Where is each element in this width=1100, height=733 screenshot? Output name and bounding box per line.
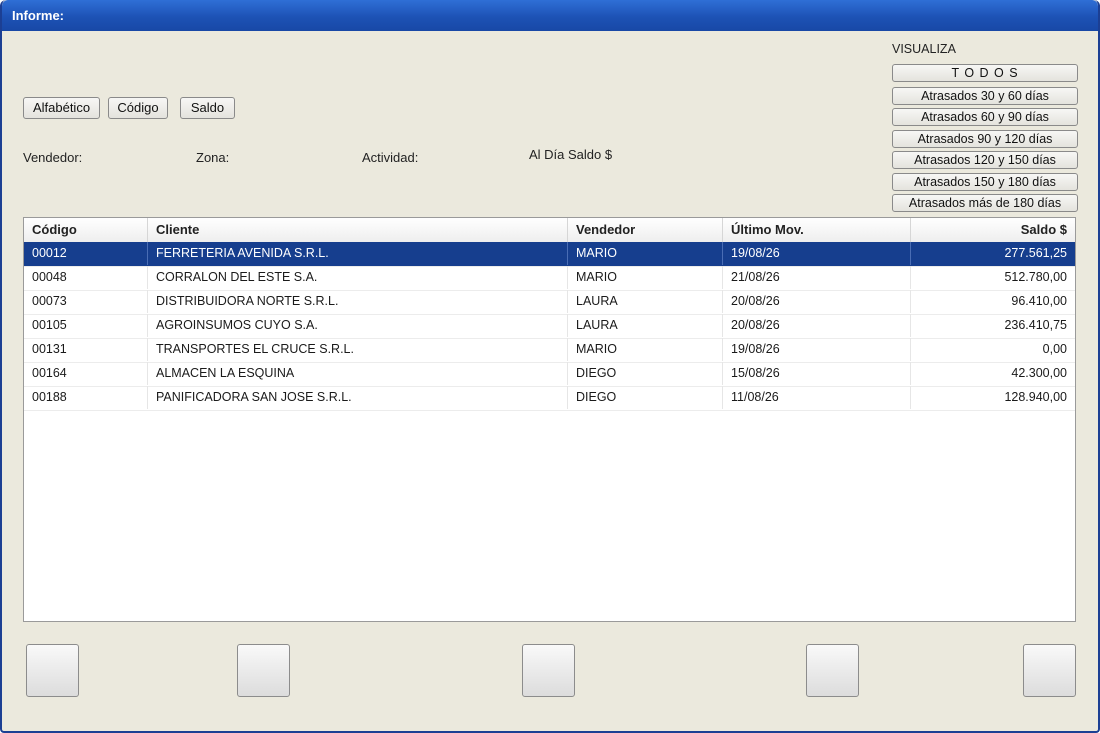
- cell-vendedor: LAURA: [568, 314, 723, 337]
- cell-ultimo-mov: 20/08/26: [723, 314, 911, 337]
- cell-ultimo-mov: 19/08/26: [723, 242, 911, 265]
- cell-cliente: CORRALON DEL ESTE S.A.: [148, 266, 568, 289]
- column-header-vendedor[interactable]: Vendedor: [568, 218, 723, 242]
- cell-vendedor: MARIO: [568, 266, 723, 289]
- cell-codigo: 00164: [24, 362, 148, 385]
- sort-balance-button[interactable]: Saldo: [180, 97, 235, 119]
- sort-alphabetic-button[interactable]: Alfabético: [23, 97, 100, 119]
- cell-saldo: 0,00: [1042, 342, 1067, 356]
- title-bar: Informe:: [2, 0, 1098, 31]
- cell-cliente: TRANSPORTES EL CRUCE S.R.L.: [148, 338, 568, 361]
- action-button-2[interactable]: [237, 644, 290, 697]
- filter-120-150-button[interactable]: Atrasados 120 y 150 días: [892, 151, 1078, 169]
- table-row[interactable]: 00188 PANIFICADORA SAN JOSE S.R.L. DIEGO…: [24, 386, 1075, 411]
- column-header-ultimo-mov[interactable]: Último Mov.: [723, 218, 911, 242]
- cell-ultimo-mov: 19/08/26: [723, 338, 911, 361]
- cell-cliente: DISTRIBUIDORA NORTE S.R.L.: [148, 290, 568, 313]
- cell-ultimo-mov: 21/08/26: [723, 266, 911, 289]
- cell-saldo: 512.780,00: [1004, 270, 1067, 284]
- cell-vendedor: MARIO: [568, 242, 723, 265]
- cell-codigo: 00012: [24, 242, 148, 265]
- cell-vendedor: DIEGO: [568, 386, 723, 409]
- cell-codigo: 00188: [24, 386, 148, 409]
- action-button-3[interactable]: [522, 644, 575, 697]
- action-button-4[interactable]: [806, 644, 859, 697]
- cell-codigo: 00048: [24, 266, 148, 289]
- action-button-1[interactable]: [26, 644, 79, 697]
- cell-cliente: AGROINSUMOS CUYO S.A.: [148, 314, 568, 337]
- cell-saldo: 42.300,00: [1011, 366, 1067, 380]
- table-row[interactable]: 00105 AGROINSUMOS CUYO S.A. LAURA 20/08/…: [24, 314, 1075, 339]
- filter-150-180-button[interactable]: Atrasados 150 y 180 días: [892, 173, 1078, 191]
- cell-cliente: FERRETERIA AVENIDA S.R.L.: [148, 242, 568, 265]
- table-row[interactable]: 00012 FERRETERIA AVENIDA S.R.L. MARIO 19…: [24, 242, 1075, 267]
- cell-cliente: PANIFICADORA SAN JOSE S.R.L.: [148, 386, 568, 409]
- table-row[interactable]: 00048 CORRALON DEL ESTE S.A. MARIO 21/08…: [24, 266, 1075, 291]
- table-row[interactable]: 00131 TRANSPORTES EL CRUCE S.R.L. MARIO …: [24, 338, 1075, 363]
- column-header-codigo[interactable]: Código: [24, 218, 148, 242]
- table-row[interactable]: 00073 DISTRIBUIDORA NORTE S.R.L. LAURA 2…: [24, 290, 1075, 315]
- actividad-label: Actividad:: [362, 150, 419, 165]
- sort-code-button[interactable]: Código: [108, 97, 168, 119]
- al-dia-saldo-label: Al Día Saldo $: [529, 147, 613, 162]
- cell-saldo: 128.940,00: [1004, 390, 1067, 404]
- cell-saldo: 277.561,25: [1004, 246, 1067, 260]
- cell-codigo: 00131: [24, 338, 148, 361]
- cell-saldo: 236.410,75: [1004, 318, 1067, 332]
- window-title: Informe:: [12, 8, 64, 23]
- cell-ultimo-mov: 20/08/26: [723, 290, 911, 313]
- cell-cliente: ALMACEN LA ESQUINA: [148, 362, 568, 385]
- cell-vendedor: DIEGO: [568, 362, 723, 385]
- action-button-5[interactable]: [1023, 644, 1076, 697]
- vendedor-label: Vendedor:: [23, 150, 83, 165]
- cell-saldo: 96.410,00: [1011, 294, 1067, 308]
- filter-over-180-button[interactable]: Atrasados más de 180 días: [892, 194, 1078, 212]
- cell-ultimo-mov: 11/08/26: [723, 386, 911, 409]
- filter-90-120-button[interactable]: Atrasados 90 y 120 días: [892, 130, 1078, 148]
- filter-30-60-button[interactable]: Atrasados 30 y 60 días: [892, 87, 1078, 105]
- cell-vendedor: LAURA: [568, 290, 723, 313]
- cell-codigo: 00073: [24, 290, 148, 313]
- grid-header: Código Cliente Vendedor Último Mov. Sald…: [24, 218, 1075, 243]
- report-window: Informe: Alfabético Código Saldo Vendedo…: [0, 0, 1100, 733]
- table-row[interactable]: 00164 ALMACEN LA ESQUINA DIEGO 15/08/26 …: [24, 362, 1075, 387]
- column-header-saldo[interactable]: Saldo $: [911, 218, 1075, 242]
- column-header-cliente[interactable]: Cliente: [148, 218, 568, 242]
- zona-label: Zona:: [196, 150, 230, 165]
- cell-codigo: 00105: [24, 314, 148, 337]
- filter-60-90-button[interactable]: Atrasados 60 y 90 días: [892, 108, 1078, 126]
- clients-grid[interactable]: Código Cliente Vendedor Último Mov. Sald…: [23, 217, 1076, 622]
- cell-vendedor: MARIO: [568, 338, 723, 361]
- visualiza-heading: VISUALIZA: [892, 42, 956, 56]
- filter-all-button[interactable]: T O D O S: [892, 64, 1078, 82]
- cell-ultimo-mov: 15/08/26: [723, 362, 911, 385]
